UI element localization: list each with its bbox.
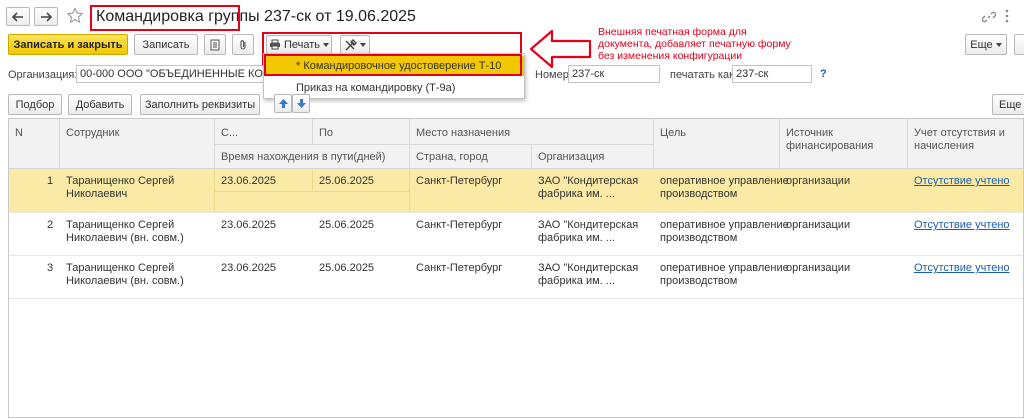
organization-line2: фабрика им. ... bbox=[538, 188, 615, 200]
organization-field[interactable]: 00-000 ООО "ОБЪЕДИНЕННЫЕ КОНДИ bbox=[76, 65, 266, 83]
date-from: 23.06.2025 bbox=[221, 262, 277, 274]
funding-source: организации bbox=[786, 262, 851, 274]
date-to: 25.06.2025 bbox=[319, 262, 375, 274]
goal-line1: оперативное управление bbox=[660, 175, 789, 187]
help-question-link[interactable]: ? bbox=[820, 68, 827, 80]
employees-table: N Сотрудник С... По Время нахождения в п… bbox=[8, 118, 1024, 418]
table-row[interactable]: 1 Таранищенко Сергей Николаевич 23.06.20… bbox=[9, 169, 1023, 212]
organization-line1: ЗАО "Кондитерская bbox=[538, 262, 639, 274]
organization-line2: фабрика им. ... bbox=[538, 275, 615, 287]
print-as-field[interactable]: 237-ск bbox=[732, 65, 812, 83]
pick-button[interactable]: Подбор bbox=[8, 94, 62, 115]
row-number: 2 bbox=[47, 219, 54, 231]
col-absence-line1[interactable]: Учет отсутствия и bbox=[914, 127, 1005, 139]
goal-line1: оперативное управление bbox=[660, 219, 789, 231]
employee-name-line2: Николаевич (вн. совм.) bbox=[66, 232, 184, 244]
city: Санкт-Петербург bbox=[416, 175, 503, 187]
star-icon[interactable] bbox=[66, 7, 84, 25]
col-country-city[interactable]: Страна, город bbox=[416, 151, 488, 163]
col-employee[interactable]: Сотрудник bbox=[66, 127, 119, 139]
title-highlight-frame bbox=[90, 5, 240, 31]
add-row-button[interactable]: Добавить bbox=[68, 94, 132, 115]
goal-line2: производством bbox=[660, 188, 738, 200]
col-organization[interactable]: Организация bbox=[538, 151, 604, 163]
employee-name-line1: Таранищенко Сергей bbox=[66, 175, 175, 187]
paperclip-icon bbox=[238, 39, 248, 51]
menu-item-highlight-frame bbox=[264, 54, 522, 76]
save-and-close-button[interactable]: Записать и закрыть bbox=[8, 34, 128, 55]
organization-line1: ЗАО "Кондитерская bbox=[538, 175, 639, 187]
table-row[interactable]: 3 Таранищенко Сергей Николаевич (вн. сов… bbox=[9, 255, 1023, 298]
number-field[interactable]: 237-ск bbox=[568, 65, 660, 83]
date-from: 23.06.2025 bbox=[221, 219, 277, 231]
number-label: Номер: bbox=[535, 69, 572, 81]
title-rest: 237-ск от 19.06.2025 bbox=[259, 8, 416, 25]
col-destination[interactable]: Место назначения bbox=[416, 127, 510, 139]
print-as-label: печатать как: bbox=[670, 69, 737, 81]
arrow-left-icon bbox=[12, 11, 24, 22]
col-absence-line2: начисления bbox=[914, 140, 975, 152]
more-vertical-icon[interactable] bbox=[1004, 9, 1010, 23]
employee-name-line2: Николаевич bbox=[66, 188, 128, 200]
employee-name-line1: Таранищенко Сергей bbox=[66, 219, 175, 231]
col-n[interactable]: N bbox=[15, 127, 23, 139]
annotation-arrow-icon bbox=[528, 28, 594, 70]
back-button[interactable] bbox=[6, 7, 30, 26]
arrow-right-icon bbox=[40, 11, 52, 22]
annotation-note: Внешняя печатная форма для документа, до… bbox=[598, 26, 791, 62]
more-button[interactable]: Еще bbox=[965, 34, 1007, 55]
goal-line1: оперативное управление bbox=[660, 262, 789, 274]
col-travel-days[interactable]: Время нахождения в пути(дней) bbox=[221, 151, 385, 163]
date-to: 25.06.2025 bbox=[319, 175, 375, 187]
arrow-down-icon bbox=[296, 99, 306, 108]
title-bar: Командировка группы 237-ск от 19.06.2025 bbox=[0, 0, 1024, 34]
move-down-button[interactable] bbox=[292, 94, 310, 113]
absence-link[interactable]: Отсутствие учтено bbox=[914, 175, 1010, 188]
col-goal[interactable]: Цель bbox=[660, 127, 686, 139]
col-to[interactable]: По bbox=[319, 127, 333, 139]
save-button[interactable]: Записать bbox=[134, 34, 198, 55]
organization-label: Организация: bbox=[8, 69, 78, 81]
document-journal-button[interactable] bbox=[204, 34, 226, 55]
row-number: 1 bbox=[47, 175, 54, 187]
table-header: N Сотрудник С... По Время нахождения в п… bbox=[9, 119, 1023, 169]
funding-source: организации bbox=[786, 219, 851, 231]
funding-source: организации bbox=[786, 175, 851, 187]
date-to: 25.06.2025 bbox=[319, 219, 375, 231]
organization-line2: фабрика им. ... bbox=[538, 232, 615, 244]
help-button[interactable] bbox=[1014, 34, 1024, 55]
col-source-line2: финансирования bbox=[786, 140, 874, 152]
more-label: Еще bbox=[970, 38, 993, 51]
date-from: 23.06.2025 bbox=[221, 175, 277, 187]
city: Санкт-Петербург bbox=[416, 219, 503, 231]
goal-line2: производством bbox=[660, 275, 738, 287]
employee-name-line1: Таранищенко Сергей bbox=[66, 262, 175, 274]
organization-line1: ЗАО "Кондитерская bbox=[538, 219, 639, 231]
absence-link[interactable]: Отсутствие учтено bbox=[914, 219, 1010, 232]
absence-link[interactable]: Отсутствие учтено bbox=[914, 262, 1010, 275]
table-row[interactable]: 2 Таранищенко Сергей Николаевич (вн. сов… bbox=[9, 212, 1023, 255]
employee-name-line2: Николаевич (вн. совм.) bbox=[66, 275, 184, 287]
attach-files-button[interactable] bbox=[232, 34, 254, 55]
fill-details-button[interactable]: Заполнить реквизиты bbox=[140, 94, 260, 115]
city: Санкт-Петербург bbox=[416, 262, 503, 274]
move-up-button[interactable] bbox=[274, 94, 292, 113]
col-from[interactable]: С... bbox=[221, 127, 238, 139]
row-number: 3 bbox=[47, 262, 54, 274]
list-icon bbox=[210, 39, 220, 51]
forward-button[interactable] bbox=[34, 7, 58, 26]
goal-line2: производством bbox=[660, 232, 738, 244]
table-more-button[interactable]: Еще bbox=[992, 94, 1024, 115]
dropdown-caret-icon bbox=[995, 42, 1002, 47]
link-icon[interactable] bbox=[982, 10, 996, 24]
arrow-up-icon bbox=[278, 99, 288, 108]
col-source-line1[interactable]: Источник bbox=[786, 127, 833, 139]
